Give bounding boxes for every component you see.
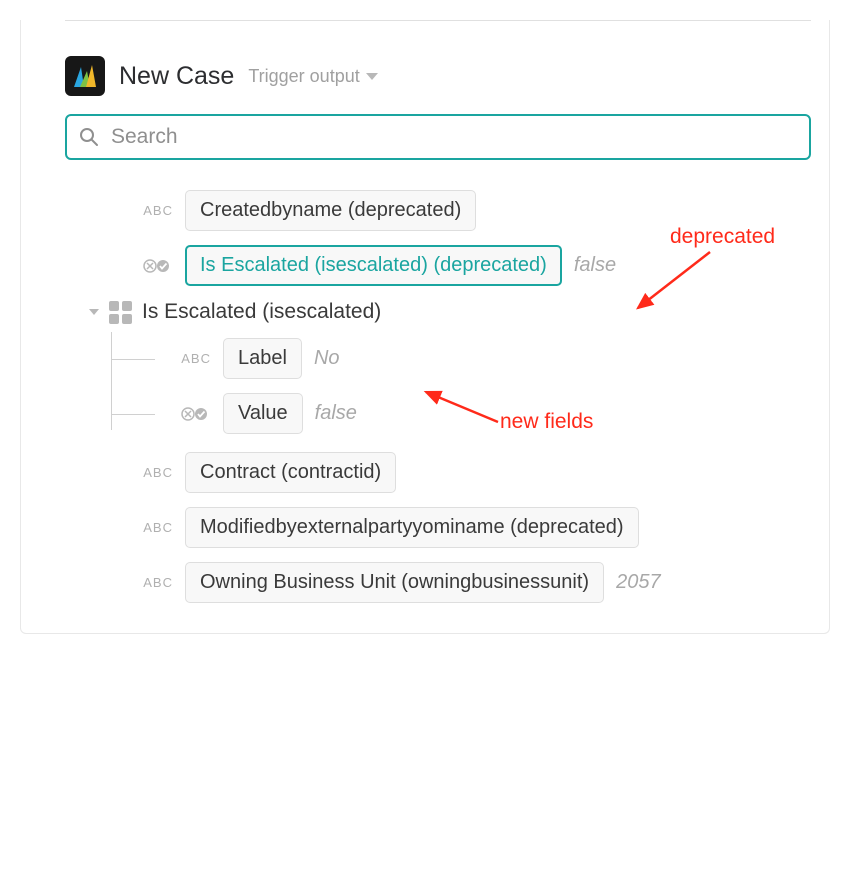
search-input[interactable] xyxy=(109,124,797,150)
field-value-pill[interactable]: Value xyxy=(223,393,303,434)
field-owningbusinessunit[interactable]: Owning Business Unit (owningbusinessunit… xyxy=(185,562,604,603)
dynamics-app-icon xyxy=(65,56,105,96)
field-row: Is Escalated (isescalated) (deprecated) … xyxy=(129,245,811,286)
divider xyxy=(65,20,811,21)
object-icon xyxy=(109,301,132,324)
field-row: ABC Label No xyxy=(111,338,811,379)
field-createdbyname[interactable]: Createdbyname (deprecated) xyxy=(185,190,476,231)
field-label[interactable]: Label xyxy=(223,338,302,379)
type-abc-icon: ABC xyxy=(129,520,173,535)
field-row: ABC Contract (contractid) xyxy=(129,452,811,493)
search-field[interactable] xyxy=(65,114,811,160)
panel-title: New Case xyxy=(119,62,234,91)
field-group-isescalated[interactable]: Is Escalated (isescalated) xyxy=(89,300,811,324)
field-value: false xyxy=(574,254,616,277)
type-abc-icon: ABC xyxy=(129,465,173,480)
type-abc-icon: ABC xyxy=(129,575,173,590)
field-row: Value false xyxy=(111,393,811,434)
search-icon xyxy=(79,127,99,147)
field-row: ABC Modifiedbyexternalpartyyominame (dep… xyxy=(129,507,811,548)
field-row: ABC Createdbyname (deprecated) xyxy=(129,190,811,231)
field-modifiedby[interactable]: Modifiedbyexternalpartyyominame (depreca… xyxy=(185,507,639,548)
field-row: ABC Owning Business Unit (owningbusiness… xyxy=(129,562,811,603)
type-abc-icon: ABC xyxy=(167,351,211,366)
type-boolean-icon xyxy=(167,406,211,422)
field-value: false xyxy=(315,402,357,425)
field-isescalated-deprecated[interactable]: Is Escalated (isescalated) (deprecated) xyxy=(185,245,562,286)
field-contract[interactable]: Contract (contractid) xyxy=(185,452,396,493)
field-value: No xyxy=(314,347,340,370)
type-abc-icon: ABC xyxy=(129,203,173,218)
tree-line xyxy=(111,414,155,415)
panel-header: New Case Trigger output xyxy=(65,56,811,96)
field-group-children: ABC Label No Value false xyxy=(111,338,811,434)
panel-subtitle[interactable]: Trigger output xyxy=(248,66,377,87)
chevron-down-icon xyxy=(366,73,378,80)
type-boolean-icon xyxy=(129,258,173,274)
chevron-down-icon xyxy=(89,309,99,315)
field-group-label: Is Escalated (isescalated) xyxy=(142,300,381,324)
tree-line xyxy=(111,359,155,360)
field-value: 2057 xyxy=(616,571,661,594)
trigger-output-panel: New Case Trigger output ABC Createdbynam… xyxy=(20,20,830,634)
